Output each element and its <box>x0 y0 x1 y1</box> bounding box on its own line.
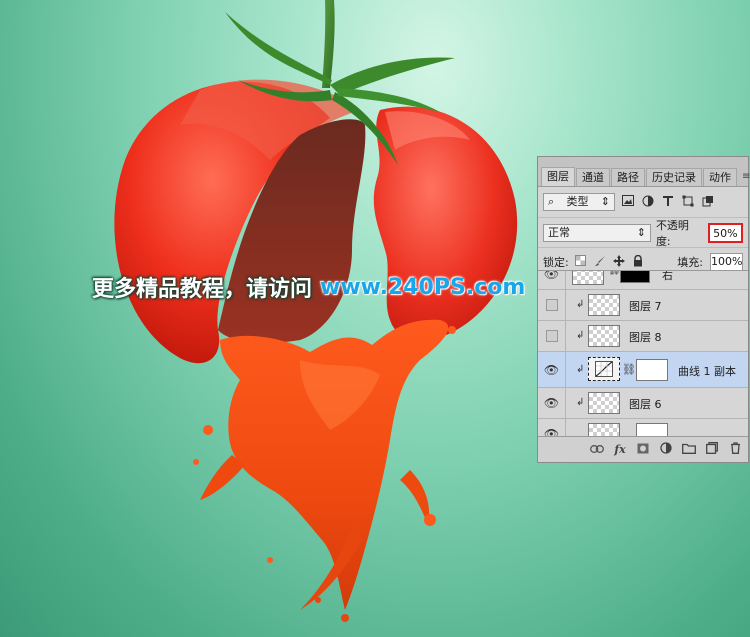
shape-filter-icon[interactable] <box>681 195 695 209</box>
panel-tabs: 图层 通道 路径 历史记录 动作 ≡ <box>538 157 750 187</box>
adjustment-filter-icon[interactable] <box>641 195 655 209</box>
clipping-arrow-icon: ↲ <box>576 299 585 310</box>
layer-name: 曲线 1 副本 <box>678 365 736 378</box>
new-layer-icon[interactable] <box>705 442 719 457</box>
lock-brush-icon[interactable] <box>593 255 607 269</box>
add-mask-icon[interactable] <box>636 443 650 457</box>
clipping-arrow-icon: ↲ <box>576 364 585 375</box>
dropdown-arrow-icon: ⇕ <box>636 225 646 239</box>
layer-row-7[interactable]: ↲ 图层 7 <box>538 290 748 321</box>
visibility-off-icon <box>545 299 558 311</box>
fill-label: 填充: <box>677 255 703 269</box>
search-icon: ⌕ <box>548 195 555 208</box>
tomato-leaf <box>225 12 332 85</box>
tab-actions[interactable]: 动作 <box>703 168 737 186</box>
visibility-eye-icon[interactable]: 👁 <box>538 388 566 418</box>
visibility-eye-icon[interactable]: 👁 <box>538 419 566 437</box>
filter-type-dropdown[interactable]: ⌕ 类型 ⇕ <box>543 193 615 211</box>
smart-object-filter-icon[interactable] <box>701 195 715 209</box>
blend-row: 正常 ⇕ 不透明度: 50% <box>538 217 748 248</box>
watermark-text: 更多精品教程，请访问 <box>92 277 313 302</box>
opacity-input[interactable]: 50% <box>707 222 744 243</box>
layer-mask-thumbnail <box>636 423 668 437</box>
image-filter-icon[interactable] <box>621 195 635 209</box>
layer-row-right[interactable]: 👁 ⛓ 右 <box>538 270 748 290</box>
tab-history[interactable]: 历史记录 <box>646 168 702 186</box>
layer-name: 图层 8 <box>629 331 662 344</box>
lock-move-icon[interactable] <box>612 254 626 269</box>
opacity-label: 不透明度: <box>655 218 689 248</box>
layer-mask-thumbnail <box>620 271 650 283</box>
visibility-eye-icon[interactable]: 👁 <box>538 352 566 387</box>
new-adjustment-layer-icon[interactable] <box>659 442 673 457</box>
text-filter-icon[interactable] <box>661 195 675 209</box>
watermark-url: www.240PS.com <box>320 274 526 300</box>
panel-menu-icon[interactable]: ≡ <box>738 168 750 186</box>
tab-paths[interactable]: 路径 <box>611 168 645 186</box>
layer-name: 图层 7 <box>629 300 662 313</box>
visibility-off-icon <box>545 330 558 342</box>
dropdown-arrow-icon: ⇕ <box>600 195 610 208</box>
visibility-toggle-off[interactable] <box>538 321 566 351</box>
mask-link-icon: ⛓ <box>622 363 636 376</box>
layer-row-curves-copy[interactable]: 👁 ↲ ⛓ 曲线 1 副本 <box>538 352 748 388</box>
clipping-arrow-icon: ↲ <box>576 397 585 408</box>
filter-type-label: 类型 <box>566 195 589 208</box>
lock-label: 锁定: <box>543 255 569 269</box>
blend-mode-label: 正常 <box>548 225 570 239</box>
layer-row-partial[interactable]: 👁 <box>538 419 748 437</box>
delete-layer-icon[interactable] <box>728 442 742 457</box>
canvas: 更多精品教程，请访问 www.240PS.com 图层 通道 路径 历史记录 动… <box>0 0 750 637</box>
layer-style-fx-icon[interactable]: fx <box>613 443 627 456</box>
layer-thumbnail <box>572 271 604 285</box>
panel-bottom-toolbar: fx <box>538 436 748 462</box>
layer-thumbnail <box>588 294 620 316</box>
tomato-stem <box>322 0 335 88</box>
layer-mask-thumbnail <box>636 359 668 381</box>
fill-input[interactable]: 100% <box>710 252 743 271</box>
new-group-icon[interactable] <box>682 443 696 457</box>
visibility-toggle-off[interactable] <box>538 290 566 320</box>
link-layers-icon[interactable] <box>590 443 604 456</box>
filter-row: ⌕ 类型 ⇕ <box>538 187 748 217</box>
tab-layers[interactable]: 图层 <box>541 167 575 186</box>
layer-name: 右 <box>662 270 673 282</box>
lock-transparent-icon[interactable] <box>574 254 588 269</box>
layer-list: 👁 ⛓ 右 ↲ 图层 7 ↲ 图层 8 👁 ↲ ⛓ 曲线 1 副本 👁 ↲ 图层… <box>538 270 748 437</box>
clipping-arrow-icon: ↲ <box>576 330 585 341</box>
visibility-eye-icon[interactable]: 👁 <box>538 271 566 289</box>
layer-row-6[interactable]: 👁 ↲ 图层 6 <box>538 388 748 419</box>
blend-mode-dropdown[interactable]: 正常 ⇕ <box>543 223 651 242</box>
layer-thumbnail <box>588 325 620 347</box>
watermark: 更多精品教程，请访问 www.240PS.com <box>92 270 525 304</box>
layer-name: 图层 6 <box>629 398 662 411</box>
mask-link-icon: ⛓ <box>608 270 621 276</box>
lock-all-icon[interactable] <box>631 254 645 269</box>
tab-channels[interactable]: 通道 <box>576 168 610 186</box>
curves-adjustment-icon <box>588 357 620 381</box>
layer-row-8[interactable]: ↲ 图层 8 <box>538 321 748 352</box>
layer-thumbnail <box>588 423 620 437</box>
layer-thumbnail <box>588 392 620 414</box>
layers-panel: 图层 通道 路径 历史记录 动作 ≡ ⌕ 类型 ⇕ 正常 ⇕ 不透明度: 50%… <box>537 156 750 463</box>
